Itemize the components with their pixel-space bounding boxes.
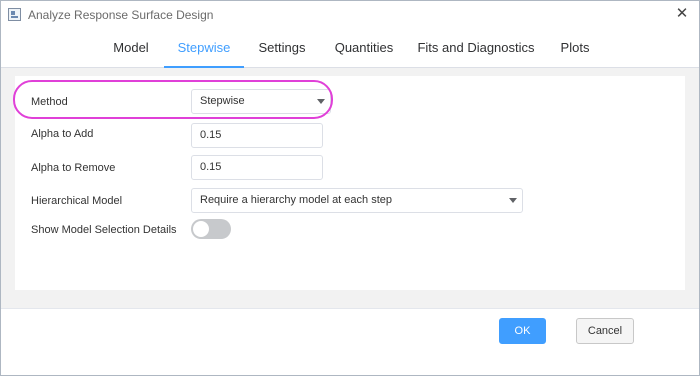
dialog-footer: OK Cancel — [1, 308, 699, 375]
tab-bar: Model Stepwise Settings Quantities Fits … — [1, 28, 699, 68]
alpha-add-input[interactable]: 0.15 — [191, 123, 323, 148]
chevron-down-icon — [317, 99, 325, 104]
tab-plots[interactable]: Plots — [552, 28, 598, 68]
content-area: Method Stepwise Alpha to Add 0.15 Alpha … — [1, 68, 699, 308]
method-label: Method — [31, 96, 68, 108]
tab-quantities[interactable]: Quantities — [328, 28, 400, 68]
window-title: Analyze Response Surface Design — [28, 8, 214, 22]
dialog-icon — [8, 8, 21, 21]
alpha-add-label: Alpha to Add — [31, 128, 94, 140]
tab-settings[interactable]: Settings — [250, 28, 314, 68]
show-details-toggle[interactable] — [191, 219, 231, 239]
alpha-remove-input[interactable]: 0.15 — [191, 155, 323, 180]
alpha-remove-label: Alpha to Remove — [31, 162, 116, 174]
cancel-button[interactable]: Cancel — [576, 318, 634, 344]
tab-fits-and-diagnostics[interactable]: Fits and Diagnostics — [414, 28, 538, 68]
hierarchical-model-select[interactable]: Require a hierarchy model at each step — [191, 188, 523, 213]
tab-stepwise[interactable]: Stepwise — [164, 28, 244, 68]
tab-model[interactable]: Model — [103, 28, 159, 68]
form-panel: Method Stepwise Alpha to Add 0.15 Alpha … — [15, 76, 685, 290]
method-select[interactable]: Stepwise — [191, 89, 331, 114]
title-bar: Analyze Response Surface Design ✕ — [1, 1, 699, 28]
method-value: Stepwise — [200, 95, 245, 107]
hierarchical-model-value: Require a hierarchy model at each step — [200, 194, 392, 206]
close-icon[interactable]: ✕ — [671, 4, 693, 24]
hierarchical-model-label: Hierarchical Model — [31, 195, 123, 207]
toggle-knob — [193, 221, 209, 237]
ok-button[interactable]: OK — [499, 318, 546, 344]
chevron-down-icon — [509, 198, 517, 203]
show-details-label: Show Model Selection Details — [31, 224, 177, 236]
dialog-window: Analyze Response Surface Design ✕ Model … — [0, 0, 700, 376]
